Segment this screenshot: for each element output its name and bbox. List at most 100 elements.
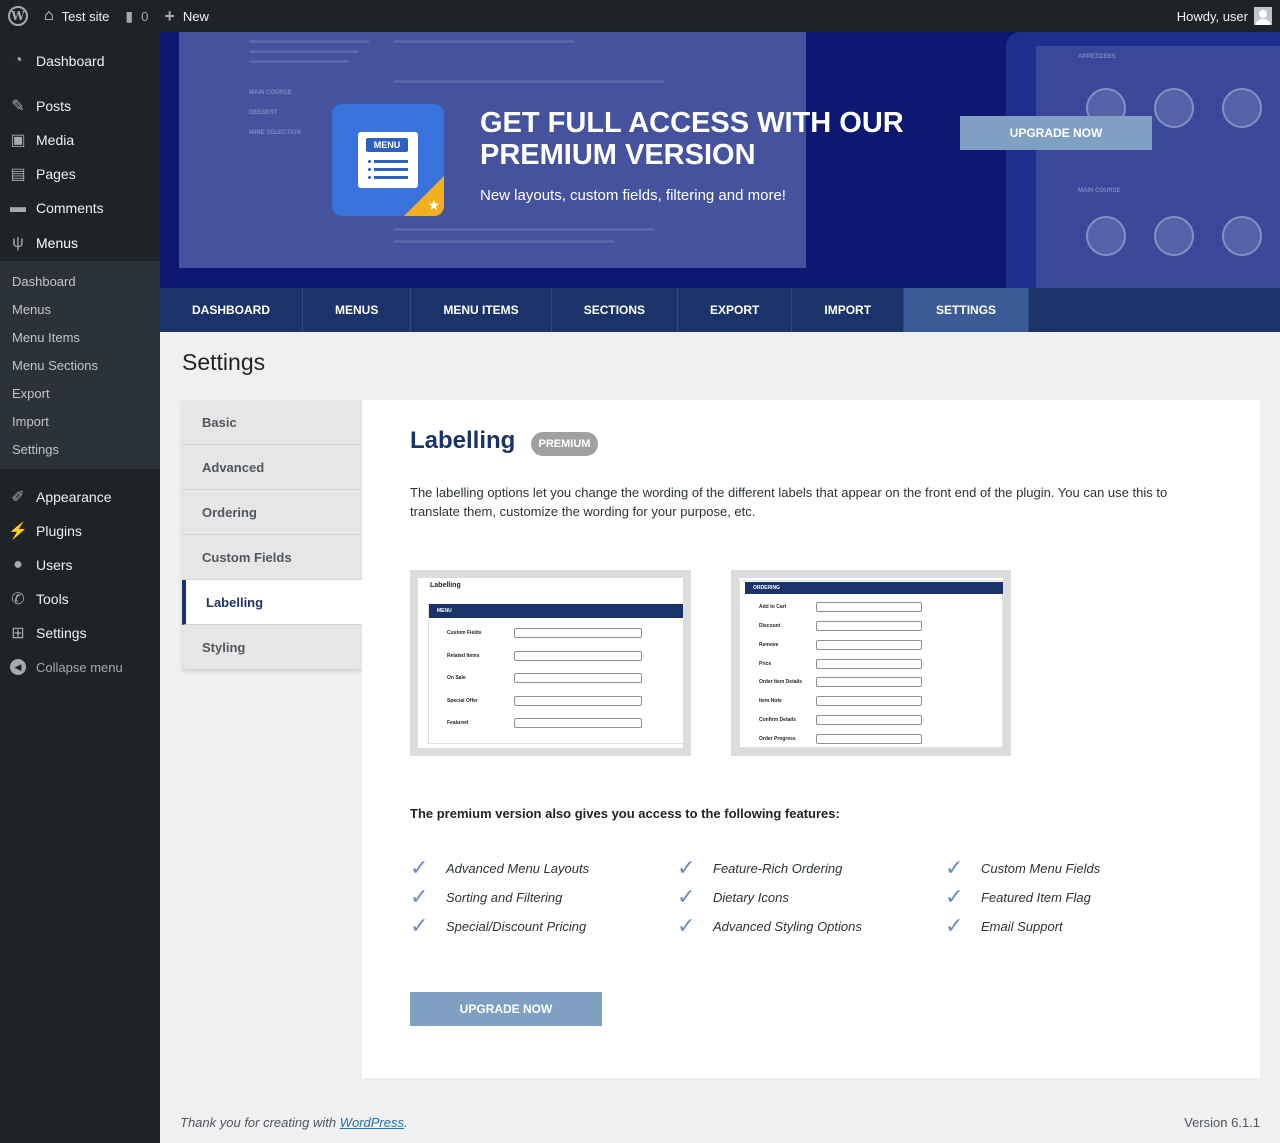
wordpress-link[interactable]: WordPress (340, 1115, 404, 1130)
plugin-icon-tag: MENU (366, 138, 408, 152)
collapse-arrow-icon: ◀ (10, 659, 26, 675)
submenu-item-menu-sections[interactable]: Menu Sections (0, 351, 160, 379)
sidebar-item-appearance[interactable]: ✐ Appearance (0, 480, 160, 514)
sidebar-item-label: Comments (36, 200, 104, 216)
sidebar-item-users[interactable]: ● Users (0, 548, 160, 582)
screenshot-field-label: Featured (447, 720, 469, 726)
site-name-label: Test site (61, 8, 110, 24)
menus-submenu: Dashboard Menus Menu Items Menu Sections… (0, 261, 160, 469)
feature-label: Feature-Rich Ordering (713, 860, 843, 876)
feature-label: Custom Menu Fields (981, 860, 1101, 876)
tab-import[interactable]: IMPORT (792, 288, 905, 332)
comments-link[interactable]: ▮ 0 (117, 0, 156, 32)
sidebar-item-posts[interactable]: ✎ Posts (0, 89, 160, 123)
sidebar-item-label: Menus (36, 235, 79, 251)
sidebar-item-menus[interactable]: ψ Menus (0, 225, 160, 261)
screenshot-field-label: On Sale (447, 675, 466, 681)
collapse-menu-label: Collapse menu (36, 659, 123, 675)
submenu-item-settings[interactable]: Settings (0, 435, 160, 463)
user-icon: ● (13, 556, 23, 573)
plugin-menu-icon: MENU ★ (332, 104, 444, 216)
screenshot-bar: ORDERING (745, 582, 1003, 594)
sidebar-item-pages[interactable]: ▤ Pages (0, 157, 160, 191)
submenu-item-menu-items[interactable]: Menu Items (0, 323, 160, 351)
tab-menu-items[interactable]: MENU ITEMS (411, 288, 552, 332)
sidebar-item-comments[interactable]: ▬ Comments (0, 191, 160, 225)
sidebar-item-label: Appearance (36, 489, 112, 505)
plugin-tabs: DASHBOARD MENUS MENU ITEMS SECTIONS EXPO… (160, 288, 1280, 332)
wordpress-logo-icon: W (8, 6, 28, 26)
labelling-premium-card: Labelling PREMIUM The labelling options … (362, 400, 1260, 1078)
sidebar-item-label: Plugins (36, 523, 82, 539)
checkmark-icon: ✓ (677, 913, 696, 938)
settings-nav-advanced[interactable]: Advanced (182, 445, 362, 490)
tab-settings[interactable]: SETTINGS (904, 288, 1030, 332)
new-content-link[interactable]: + New (156, 0, 217, 32)
feature-item: ✓ Sorting and Filtering (410, 884, 563, 909)
pages-icon: ▤ (10, 166, 26, 183)
sidebar-item-tools[interactable]: ✆ Tools (0, 582, 160, 616)
section-title: Labelling (410, 427, 516, 454)
settings-nav-ordering[interactable]: Ordering (182, 490, 362, 535)
screenshot-field-label: Special Offer (447, 698, 478, 704)
checkmark-icon: ✓ (410, 913, 429, 938)
screenshot-field-label: Discount (759, 623, 781, 629)
checkmark-icon: ✓ (410, 884, 429, 909)
settings-nav: Basic Advanced Ordering Custom Fields La… (182, 400, 362, 670)
feature-label: Sorting and Filtering (446, 889, 563, 905)
sidebar-item-label: Media (36, 132, 75, 148)
my-account-link[interactable]: Howdy, user (1169, 0, 1280, 32)
footer-thanks-prefix: Thank you for creating with (180, 1115, 340, 1130)
submenu-item-import[interactable]: Import (0, 407, 160, 435)
submenu-item-menus[interactable]: Menus (0, 295, 160, 323)
feature-label: Dietary Icons (713, 889, 789, 905)
star-icon: ★ (427, 197, 440, 213)
home-icon: ⌂ (44, 7, 54, 24)
sidebar-item-media[interactable]: ▣ Media (0, 123, 160, 157)
screenshot-field-label: Item Note (759, 698, 782, 704)
screenshot-heading: Labelling (430, 582, 461, 589)
feature-item: ✓ Email Support (945, 915, 1063, 937)
checkmark-icon: ✓ (677, 884, 696, 909)
banner-subline: New layouts, custom fields, filtering an… (480, 187, 786, 204)
submenu-item-dashboard[interactable]: Dashboard (0, 267, 160, 295)
banner-headline: GET FULL ACCESS WITH OUR PREMIUM VERSION (480, 107, 904, 171)
feature-item: ✓ Special/Discount Pricing (410, 913, 586, 938)
sidebar-item-settings[interactable]: ⊞ Settings (0, 616, 160, 650)
feature-label: Featured Item Flag (981, 889, 1091, 905)
collapse-menu-button[interactable]: ◀ Collapse menu (0, 650, 160, 684)
banner-upgrade-button[interactable]: UPGRADE NOW (960, 116, 1152, 150)
comment-bubble-icon: ▮ (125, 7, 134, 24)
tab-dashboard[interactable]: DASHBOARD (160, 288, 303, 332)
tab-sections[interactable]: SECTIONS (552, 288, 679, 332)
footer-thanks: Thank you for creating with WordPress. (180, 1115, 408, 1130)
submenu-item-export[interactable]: Export (0, 379, 160, 407)
tab-export[interactable]: EXPORT (678, 288, 793, 332)
comments-count: 0 (141, 8, 149, 24)
sidebar-item-plugins[interactable]: ⚡ Plugins (0, 514, 160, 548)
screenshot-field-label: Order Item Details (759, 679, 803, 685)
settings-nav-labelling[interactable]: Labelling (182, 580, 362, 625)
tab-menus[interactable]: MENUS (303, 288, 412, 332)
feature-item: ✓ Advanced Menu Layouts (410, 855, 590, 880)
banner-bg-label: MAIN COURSE (249, 90, 292, 96)
feature-label: Advanced Menu Layouts (446, 860, 590, 876)
sliders-icon: ⊞ (11, 625, 25, 642)
ordering-screenshot: ORDERING Add to Cart Discount Remove Pri… (731, 570, 1011, 756)
site-name-link[interactable]: ⌂ Test site (36, 0, 117, 32)
feature-label: Advanced Styling Options (713, 918, 862, 934)
new-label: New (182, 8, 209, 24)
settings-nav-styling[interactable]: Styling (182, 625, 362, 670)
upgrade-now-button[interactable]: UPGRADE NOW (410, 992, 602, 1026)
admin-sidebar: ◔ Dashboard ✎ Posts ▣ Media ▤ Pages ▬ Co… (0, 32, 160, 1143)
sidebar-item-label: Dashboard (36, 53, 105, 69)
settings-nav-custom-fields[interactable]: Custom Fields (182, 535, 362, 580)
checkmark-icon: ✓ (410, 855, 429, 880)
feature-item: ✓ Featured Item Flag (945, 886, 1091, 908)
settings-nav-basic[interactable]: Basic (182, 400, 362, 445)
footer-version: Version 6.1.1 (1184, 1115, 1260, 1130)
screenshot-field-label: Add to Cart (759, 604, 787, 610)
screenshot-field-label: Confirm Details (759, 717, 796, 723)
wp-logo-button[interactable]: W (0, 0, 36, 32)
sidebar-item-dashboard[interactable]: ◔ Dashboard (0, 44, 160, 78)
